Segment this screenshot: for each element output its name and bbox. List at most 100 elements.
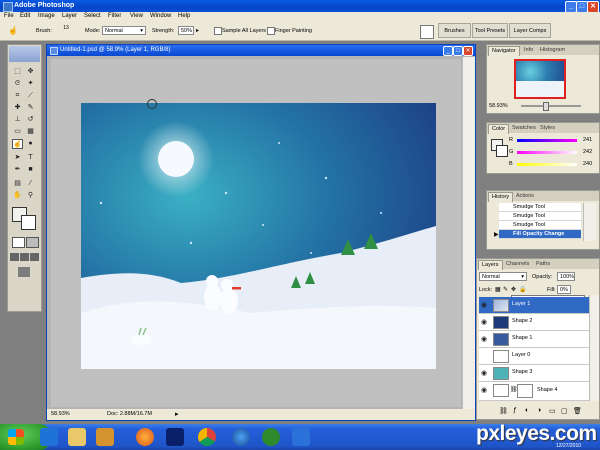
tab-tool-presets[interactable]: Tool Presets xyxy=(472,23,508,38)
media-player-icon[interactable] xyxy=(96,428,114,446)
layer-row[interactable]: ◉ Shape 2 xyxy=(479,314,589,331)
folder-icon[interactable] xyxy=(68,428,86,446)
tab-styles[interactable]: Styles xyxy=(537,124,558,133)
notes-tool-icon[interactable]: ▤ xyxy=(12,179,23,189)
sample-all-layers-checkbox[interactable] xyxy=(214,27,222,35)
eraser-tool-icon[interactable]: ▭ xyxy=(12,127,23,137)
artwork-canvas[interactable] xyxy=(81,103,436,369)
screen-mode-standard-icon[interactable] xyxy=(10,253,19,261)
visibility-eye-icon[interactable]: ◉ xyxy=(481,301,487,309)
lock-all-icon[interactable]: 🔒 xyxy=(519,286,526,293)
layer-row[interactable]: ◉ Shape 1 xyxy=(479,331,589,348)
layer-row[interactable]: Layer 0 xyxy=(479,348,589,365)
doc-minimize-button[interactable]: _ xyxy=(443,46,453,56)
trash-icon[interactable]: 🗑 xyxy=(573,407,582,415)
tab-paths[interactable]: Paths xyxy=(533,260,554,269)
layers-scrollbar[interactable] xyxy=(589,295,599,401)
tab-histogram[interactable]: Histogram xyxy=(537,46,569,55)
history-brush-tool-icon[interactable]: ↺ xyxy=(25,115,36,125)
tab-layers[interactable]: Layers xyxy=(478,260,503,270)
brush-picker[interactable]: 13 xyxy=(58,25,74,37)
lock-position-icon[interactable]: ✥ xyxy=(511,286,516,293)
strength-input[interactable]: 50% xyxy=(178,26,194,35)
menu-layer[interactable]: Layer xyxy=(62,13,77,19)
menu-help[interactable]: Help xyxy=(178,13,190,19)
history-item[interactable]: Smudge Tool xyxy=(499,203,581,212)
magic-wand-tool-icon[interactable]: ✦ xyxy=(25,79,36,89)
menu-edit[interactable]: Edit xyxy=(20,13,30,19)
lock-pixels-icon[interactable]: ✎ xyxy=(503,286,508,293)
tab-channels[interactable]: Channels xyxy=(503,260,533,269)
palette-well-icon[interactable] xyxy=(420,25,434,39)
gradient-tool-icon[interactable]: ▦ xyxy=(25,127,36,137)
channel-r-slider[interactable] xyxy=(517,139,577,142)
strength-slider-arrow-icon[interactable]: ▸ xyxy=(196,27,199,34)
history-item[interactable]: Smudge Tool xyxy=(499,221,581,230)
brush-tool-icon[interactable]: ✎ xyxy=(25,103,36,113)
channel-r-value[interactable]: 241 xyxy=(583,137,592,143)
visibility-eye-icon[interactable]: ◉ xyxy=(481,335,487,343)
layer-row[interactable]: ◉ Shape 3 xyxy=(479,365,589,382)
marquee-tool-icon[interactable]: ⬚ xyxy=(12,67,23,77)
menu-select[interactable]: Select xyxy=(84,13,101,19)
menu-file[interactable]: File xyxy=(4,13,14,19)
zoom-level[interactable]: 58.93% xyxy=(51,411,70,417)
tab-actions[interactable]: Actions xyxy=(513,192,538,201)
eyedropper-tool-icon[interactable]: ⁄ xyxy=(25,179,36,189)
chrome-icon[interactable] xyxy=(198,428,216,446)
globe-icon[interactable] xyxy=(232,428,250,446)
move-tool-icon[interactable]: ✥ xyxy=(25,67,36,77)
color-bg-swatch[interactable] xyxy=(496,145,508,157)
utorrent-icon[interactable] xyxy=(262,428,280,446)
menu-image[interactable]: Image xyxy=(38,13,55,19)
status-menu-arrow-icon[interactable]: ▸ xyxy=(175,410,179,418)
pen-tool-icon[interactable]: ✒ xyxy=(12,165,23,175)
shape-tool-icon[interactable]: ■ xyxy=(25,165,36,175)
adjustment-layer-icon[interactable]: ◑ xyxy=(537,407,541,414)
tab-navigator[interactable]: Navigator xyxy=(488,46,520,56)
opacity-input[interactable]: 100% xyxy=(557,272,575,281)
tab-layer-comps[interactable]: Layer Comps xyxy=(509,23,551,38)
visibility-eye-icon[interactable]: ◉ xyxy=(481,369,487,377)
crop-tool-icon[interactable]: ⌗ xyxy=(12,91,23,101)
path-selection-tool-icon[interactable]: ➤ xyxy=(12,153,23,163)
channel-b-value[interactable]: 240 xyxy=(583,161,592,167)
channel-g-value[interactable]: 242 xyxy=(583,149,592,155)
lasso-tool-icon[interactable]: ᘓ xyxy=(12,79,23,89)
background-color-swatch[interactable] xyxy=(21,215,36,230)
doc-close-button[interactable]: ✕ xyxy=(463,46,473,56)
channel-b-slider[interactable] xyxy=(517,163,577,166)
slice-tool-icon[interactable]: ⟋ xyxy=(25,91,36,101)
navigator-zoom-slider[interactable] xyxy=(521,105,581,107)
layer-row-selected[interactable]: ◉ Layer 1 xyxy=(479,297,589,314)
healing-brush-tool-icon[interactable]: ✚ xyxy=(12,103,23,113)
mode-select[interactable]: Normal ▾ xyxy=(102,26,146,35)
visibility-eye-icon[interactable]: ◉ xyxy=(481,318,487,326)
fill-input[interactable]: 0% xyxy=(557,285,571,294)
tab-history[interactable]: History xyxy=(488,192,514,202)
doc-maximize-button[interactable]: □ xyxy=(453,46,463,56)
new-layer-icon[interactable]: ▢ xyxy=(561,407,568,415)
history-item-selected[interactable]: Fill Opacity Change xyxy=(499,230,581,239)
hand-tool-icon[interactable]: ✋ xyxy=(12,191,23,201)
clone-stamp-tool-icon[interactable]: ⊥ xyxy=(12,115,23,125)
layer-style-icon[interactable]: ƒ xyxy=(513,407,517,414)
canvas-area[interactable] xyxy=(51,59,461,407)
star-app-icon[interactable] xyxy=(166,428,184,446)
blend-mode-select[interactable]: Normal ▾ xyxy=(479,272,527,281)
menu-filter[interactable]: Filter xyxy=(108,13,121,19)
history-item[interactable]: Smudge Tool xyxy=(499,212,581,221)
lock-transparent-icon[interactable]: ▦ xyxy=(495,286,501,293)
dodge-tool-icon[interactable]: ● xyxy=(25,139,36,149)
navigator-thumbnail[interactable] xyxy=(514,59,566,99)
type-tool-icon[interactable]: T xyxy=(25,153,36,163)
history-scrollbar[interactable] xyxy=(583,203,596,241)
tab-swatches[interactable]: Swatches xyxy=(509,124,539,133)
tab-brushes[interactable]: Brushes xyxy=(438,23,471,38)
finger-painting-checkbox[interactable] xyxy=(267,27,275,35)
quick-mask-mode-icon[interactable] xyxy=(26,237,39,248)
link-layers-icon[interactable]: ⛓ xyxy=(499,407,508,415)
firefox-icon[interactable] xyxy=(136,428,154,446)
standard-mode-icon[interactable] xyxy=(12,237,25,248)
tab-color[interactable]: Color xyxy=(488,124,510,134)
